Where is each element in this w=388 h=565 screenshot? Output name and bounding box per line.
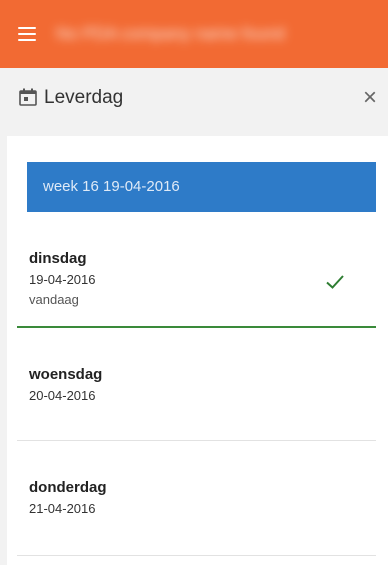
day-option-dinsdag[interactable]: dinsdag 19-04-2016 vandaag bbox=[17, 236, 376, 328]
day-note: vandaag bbox=[29, 292, 79, 307]
day-name: donderdag bbox=[29, 479, 107, 496]
day-picker-panel: week 16 19-04-2016 dinsdag 19-04-2016 va… bbox=[7, 136, 388, 565]
day-date: 21-04-2016 bbox=[29, 501, 96, 516]
day-option-donderdag[interactable]: donderdag 21-04-2016 bbox=[17, 441, 376, 556]
calendar-icon bbox=[19, 88, 37, 106]
app-title: No PDA company name found bbox=[56, 24, 285, 43]
day-option-woensdag[interactable]: woensdag 20-04-2016 bbox=[17, 328, 376, 441]
close-icon[interactable]: × bbox=[358, 86, 382, 110]
day-name: woensdag bbox=[29, 366, 103, 383]
dialog-title: Leverdag bbox=[44, 87, 124, 108]
day-date: 19-04-2016 bbox=[29, 272, 96, 287]
day-date: 20-04-2016 bbox=[29, 388, 96, 403]
day-name: dinsdag bbox=[29, 250, 87, 267]
menu-icon[interactable] bbox=[18, 27, 36, 41]
checkmark-icon bbox=[326, 275, 344, 289]
app-bar: No PDA company name found bbox=[0, 0, 388, 68]
week-selector[interactable]: week 16 19-04-2016 bbox=[27, 162, 376, 212]
